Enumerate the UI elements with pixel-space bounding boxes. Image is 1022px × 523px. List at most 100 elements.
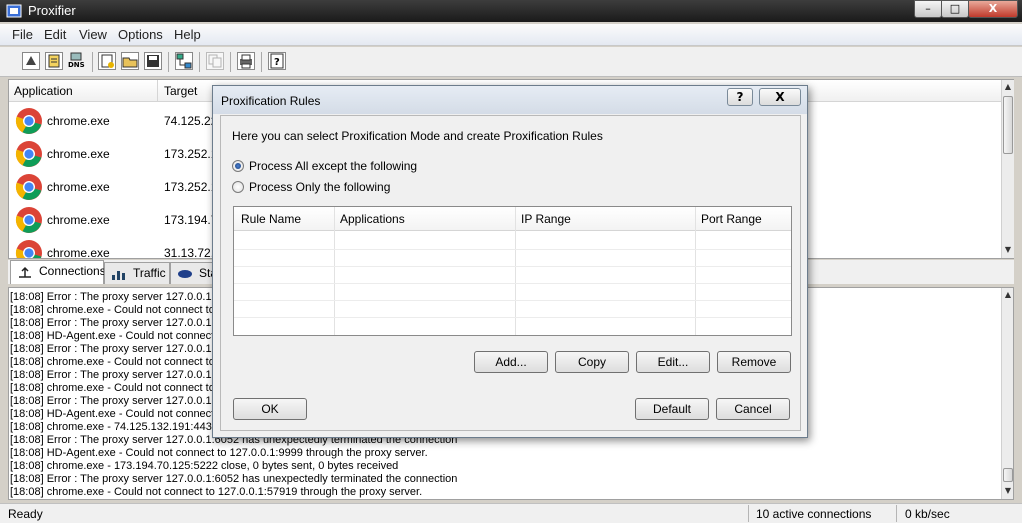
log-scrollbar[interactable]: ▲ ▼ (1001, 288, 1013, 499)
copy-icon[interactable] (206, 52, 224, 70)
log-line: [18:08] Error : The proxy server 127.0.0… (10, 395, 221, 407)
proxification-rules-dialog: Proxification Rules ? X Here you can sel… (212, 85, 808, 438)
status-active-connections: 10 active connections (756, 507, 872, 521)
list-scrollbar[interactable]: ▲ ▼ (1001, 80, 1014, 258)
chrome-icon (15, 108, 42, 134)
menu-options[interactable]: Options (118, 27, 163, 42)
radio-process-all[interactable] (232, 160, 244, 172)
default-button[interactable]: Default (635, 398, 709, 420)
menu-help[interactable]: Help (174, 27, 201, 42)
remove-rule-button[interactable]: Remove (717, 351, 791, 373)
log-line: [18:08] Error : The proxy server 127.0.0… (10, 291, 221, 303)
dialog-intro-text: Here you can select Proxification Mode a… (232, 129, 603, 143)
print-icon[interactable] (237, 52, 255, 70)
proxy-servers-icon[interactable] (22, 52, 40, 70)
toolbar-separator (168, 52, 169, 72)
column-application[interactable]: Application (14, 84, 73, 98)
maximize-button[interactable]: □ (941, 0, 969, 18)
radio-process-all-label[interactable]: Process All except the following (249, 159, 417, 173)
cancel-button[interactable]: Cancel (716, 398, 790, 420)
scroll-up-arrow-icon[interactable]: ▲ (1002, 81, 1014, 93)
menu-file[interactable]: File (12, 27, 33, 42)
menu-bar: File Edit View Options Help (0, 24, 1022, 46)
dialog-title-bar: Proxification Rules ? X (213, 86, 807, 114)
status-ready: Ready (8, 507, 43, 521)
connections-icon (19, 266, 31, 278)
column-port-range[interactable]: Port Range (701, 212, 762, 226)
save-profile-icon[interactable] (144, 52, 162, 70)
chrome-icon (15, 207, 42, 233)
log-line: [18:08] chrome.exe - 173.194.70.125:5222… (10, 460, 399, 472)
proxification-rules-icon[interactable] (45, 52, 63, 70)
row-target: 173.252.1 (164, 180, 218, 194)
minimize-button[interactable]: – (914, 0, 942, 18)
statistics-icon (178, 270, 192, 278)
window-title: Proxifier (28, 3, 76, 18)
log-line: [18:08] chrome.exe - Could not connect t… (10, 356, 215, 368)
dialog-title: Proxification Rules (221, 94, 321, 108)
help-icon[interactable]: ? (268, 52, 286, 70)
scroll-thumb[interactable] (1003, 468, 1013, 482)
edit-rule-button[interactable]: Edit... (636, 351, 710, 373)
open-profile-icon[interactable] (121, 52, 139, 70)
log-line: [18:08] HD-Agent.exe - Could not connect (10, 408, 215, 420)
svg-text:?: ? (274, 57, 280, 68)
ok-button[interactable]: OK (233, 398, 307, 420)
column-rule-name[interactable]: Rule Name (241, 212, 301, 226)
menu-view[interactable]: View (79, 27, 107, 42)
scroll-down-arrow-icon[interactable]: ▼ (1002, 244, 1014, 256)
row-application: chrome.exe (47, 147, 110, 161)
toolbar-separator (230, 52, 231, 72)
scroll-thumb[interactable] (1003, 96, 1013, 154)
column-separator (157, 80, 158, 102)
log-line: [18:08] chrome.exe - Could not connect t… (10, 486, 423, 498)
log-line: [18:08] Error : The proxy server 127.0.0… (10, 317, 221, 329)
dialog-close-button[interactable]: X (759, 88, 801, 106)
status-speed: 0 kb/sec (905, 507, 950, 521)
copy-rule-button[interactable]: Copy (555, 351, 629, 373)
network-icon[interactable] (175, 52, 193, 70)
svg-text:DNS: DNS (68, 61, 85, 69)
toolbar-separator (199, 52, 200, 72)
scroll-up-arrow-icon[interactable]: ▲ (1002, 289, 1013, 301)
row-application: chrome.exe (47, 213, 110, 227)
add-rule-button[interactable]: Add... (474, 351, 548, 373)
dialog-help-button[interactable]: ? (727, 88, 753, 106)
log-line: [18:08] HD-Agent.exe - Could not connect… (10, 447, 428, 459)
rules-table[interactable]: Rule Name Applications IP Range Port Ran… (233, 206, 792, 336)
log-line: [18:08] Error : The proxy server 127.0.0… (10, 473, 458, 485)
toolbar: DNS ? (0, 47, 1022, 77)
row-divider (234, 317, 791, 318)
proxifier-app-icon (6, 4, 22, 18)
chrome-icon (15, 141, 42, 167)
dns-icon[interactable]: DNS (68, 52, 86, 70)
chrome-icon (15, 174, 42, 200)
row-divider (234, 249, 791, 250)
log-line: [18:08] chrome.exe - Could not connect t… (10, 382, 215, 394)
dialog-body: Here you can select Proxification Mode a… (220, 115, 801, 431)
column-applications[interactable]: Applications (340, 212, 405, 226)
tab-label: Traffic (133, 266, 166, 280)
close-button[interactable]: X (968, 0, 1018, 18)
row-divider (234, 300, 791, 301)
radio-process-only-label[interactable]: Process Only the following (249, 180, 390, 194)
status-bar: Ready 10 active connections 0 kb/sec (0, 503, 1022, 523)
row-application: chrome.exe (47, 114, 110, 128)
status-separator (896, 505, 897, 522)
tab-statistics[interactable]: Sta (170, 262, 218, 284)
traffic-chart-icon (112, 271, 125, 280)
log-line: [18:08] HD-Agent.exe - Could not connect (10, 330, 215, 342)
new-profile-icon[interactable] (98, 52, 116, 70)
column-ip-range[interactable]: IP Range (521, 212, 571, 226)
column-divider (334, 207, 335, 335)
menu-edit[interactable]: Edit (44, 27, 66, 42)
column-divider (695, 207, 696, 335)
radio-process-only[interactable] (232, 181, 244, 193)
column-target[interactable]: Target (164, 84, 197, 98)
tab-traffic[interactable]: Traffic (104, 262, 170, 284)
row-target: 173.252.1 (164, 147, 218, 161)
tab-connections[interactable]: Connections (10, 260, 106, 284)
row-target: 173.194.7 (164, 213, 218, 227)
log-line: [18:08] Error : The proxy server 127.0.0… (10, 343, 221, 355)
scroll-down-arrow-icon[interactable]: ▼ (1002, 485, 1013, 497)
